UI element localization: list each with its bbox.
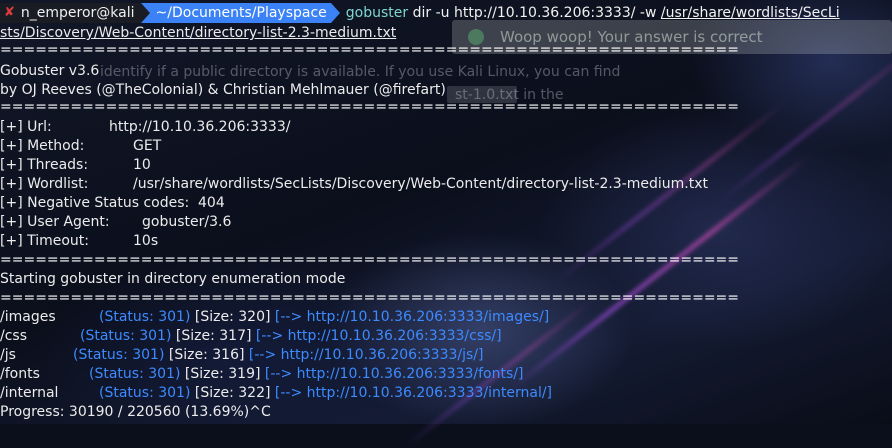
config-row: [+] Timeout: 10s bbox=[0, 232, 158, 251]
prompt-cwd-segment: ~/Documents/Playspace bbox=[149, 3, 331, 23]
config-row: [+] User Agent: gobuster/3.6 bbox=[0, 213, 231, 232]
config-row: [+] Url: http://10.10.36.206:3333/ bbox=[0, 118, 290, 137]
result-path: /js bbox=[0, 347, 16, 363]
config-row: [+] Wordlist: /usr/share/wordlists/SecLis… bbox=[0, 175, 708, 194]
shell-prompt: ✘ n_emperor@kali ~/Documents/Playspace g… bbox=[0, 3, 840, 23]
config-key: [+] Timeout: bbox=[0, 233, 90, 249]
command-wordlist-path: sts/Discovery/Web-Content/directory-list… bbox=[0, 25, 397, 41]
command-args: dir -u http://10.10.36.206:3333/ -w bbox=[408, 5, 661, 21]
prompt-user-host: n_emperor@kali bbox=[20, 5, 135, 21]
separator-line: ========================================… bbox=[0, 99, 740, 115]
result-details: (Status: 301) [Size: 316] [--> http://10… bbox=[73, 347, 484, 363]
separator-line: ========================================… bbox=[0, 252, 740, 268]
result-row: /fonts (Status: 301) [Size: 319] [--> htt… bbox=[0, 365, 523, 384]
result-row: /images (Status: 301) [Size: 320] [--> ht… bbox=[0, 308, 549, 327]
result-details: (Status: 301) [Size: 317] [--> http://10… bbox=[80, 328, 502, 344]
powerline-arrow-icon bbox=[330, 3, 340, 23]
result-row: /js (Status: 301) [Size: 316] [--> http:/… bbox=[0, 346, 483, 365]
config-key: [+] Url: bbox=[0, 119, 52, 135]
config-key: [+] Threads: bbox=[0, 157, 89, 173]
result-path: /css bbox=[0, 328, 28, 344]
config-key: [+] Wordlist: bbox=[0, 176, 89, 192]
config-key: [+] Negative Status codes: bbox=[0, 195, 190, 211]
progress-line: Progress: 30190 / 220560 (13.69%)^C bbox=[0, 404, 271, 420]
config-value: http://10.10.36.206:3333/ bbox=[109, 119, 291, 135]
result-path: /images bbox=[0, 309, 56, 325]
config-value: /usr/share/wordlists/SecLists/Discovery/… bbox=[133, 176, 709, 192]
start-message: Starting gobuster in directory enumerati… bbox=[0, 271, 346, 287]
error-x-icon: ✘ bbox=[4, 5, 15, 20]
config-value: gobuster/3.6 bbox=[142, 214, 232, 230]
config-value: 10s bbox=[133, 233, 159, 249]
separator-line: ========================================… bbox=[0, 290, 740, 306]
separator-line: ========================================… bbox=[0, 42, 740, 58]
result-path: /internal bbox=[0, 385, 59, 401]
config-key: [+] Method: bbox=[0, 138, 85, 154]
result-details: (Status: 301) [Size: 320] [--> http://10… bbox=[99, 309, 550, 325]
result-row: /internal (Status: 301) [Size: 322] [--> … bbox=[0, 384, 552, 403]
result-path: /fonts bbox=[0, 366, 40, 382]
result-details: (Status: 301) [Size: 322] [--> http://10… bbox=[99, 385, 553, 401]
banner-version: Gobuster v3.6 bbox=[0, 63, 100, 79]
config-row: [+] Negative Status codes: 404 bbox=[0, 194, 225, 213]
terminal-output[interactable]: ✘ n_emperor@kali ~/Documents/Playspace g… bbox=[0, 0, 892, 424]
result-details: (Status: 301) [Size: 319] [--> http://10… bbox=[89, 366, 524, 382]
command-binary: gobuster bbox=[345, 5, 409, 21]
config-value: 10 bbox=[133, 157, 151, 173]
command-text: gobuster dir -u http://10.10.36.206:3333… bbox=[340, 3, 840, 23]
config-value: 404 bbox=[198, 195, 225, 211]
config-value: GET bbox=[133, 138, 162, 154]
config-row: [+] Threads: 10 bbox=[0, 156, 151, 175]
command-wordlist-path: /usr/share/wordlists/SecLi bbox=[660, 5, 840, 21]
config-row: [+] Method: GET bbox=[0, 137, 161, 156]
powerline-arrow-icon bbox=[140, 3, 150, 23]
prompt-user-segment: ✘ n_emperor@kali bbox=[0, 3, 141, 23]
result-row: /css (Status: 301) [Size: 317] [--> http:… bbox=[0, 327, 502, 346]
config-key: [+] User Agent: bbox=[0, 214, 110, 230]
prompt-cwd: ~/Documents/Playspace bbox=[155, 5, 327, 21]
